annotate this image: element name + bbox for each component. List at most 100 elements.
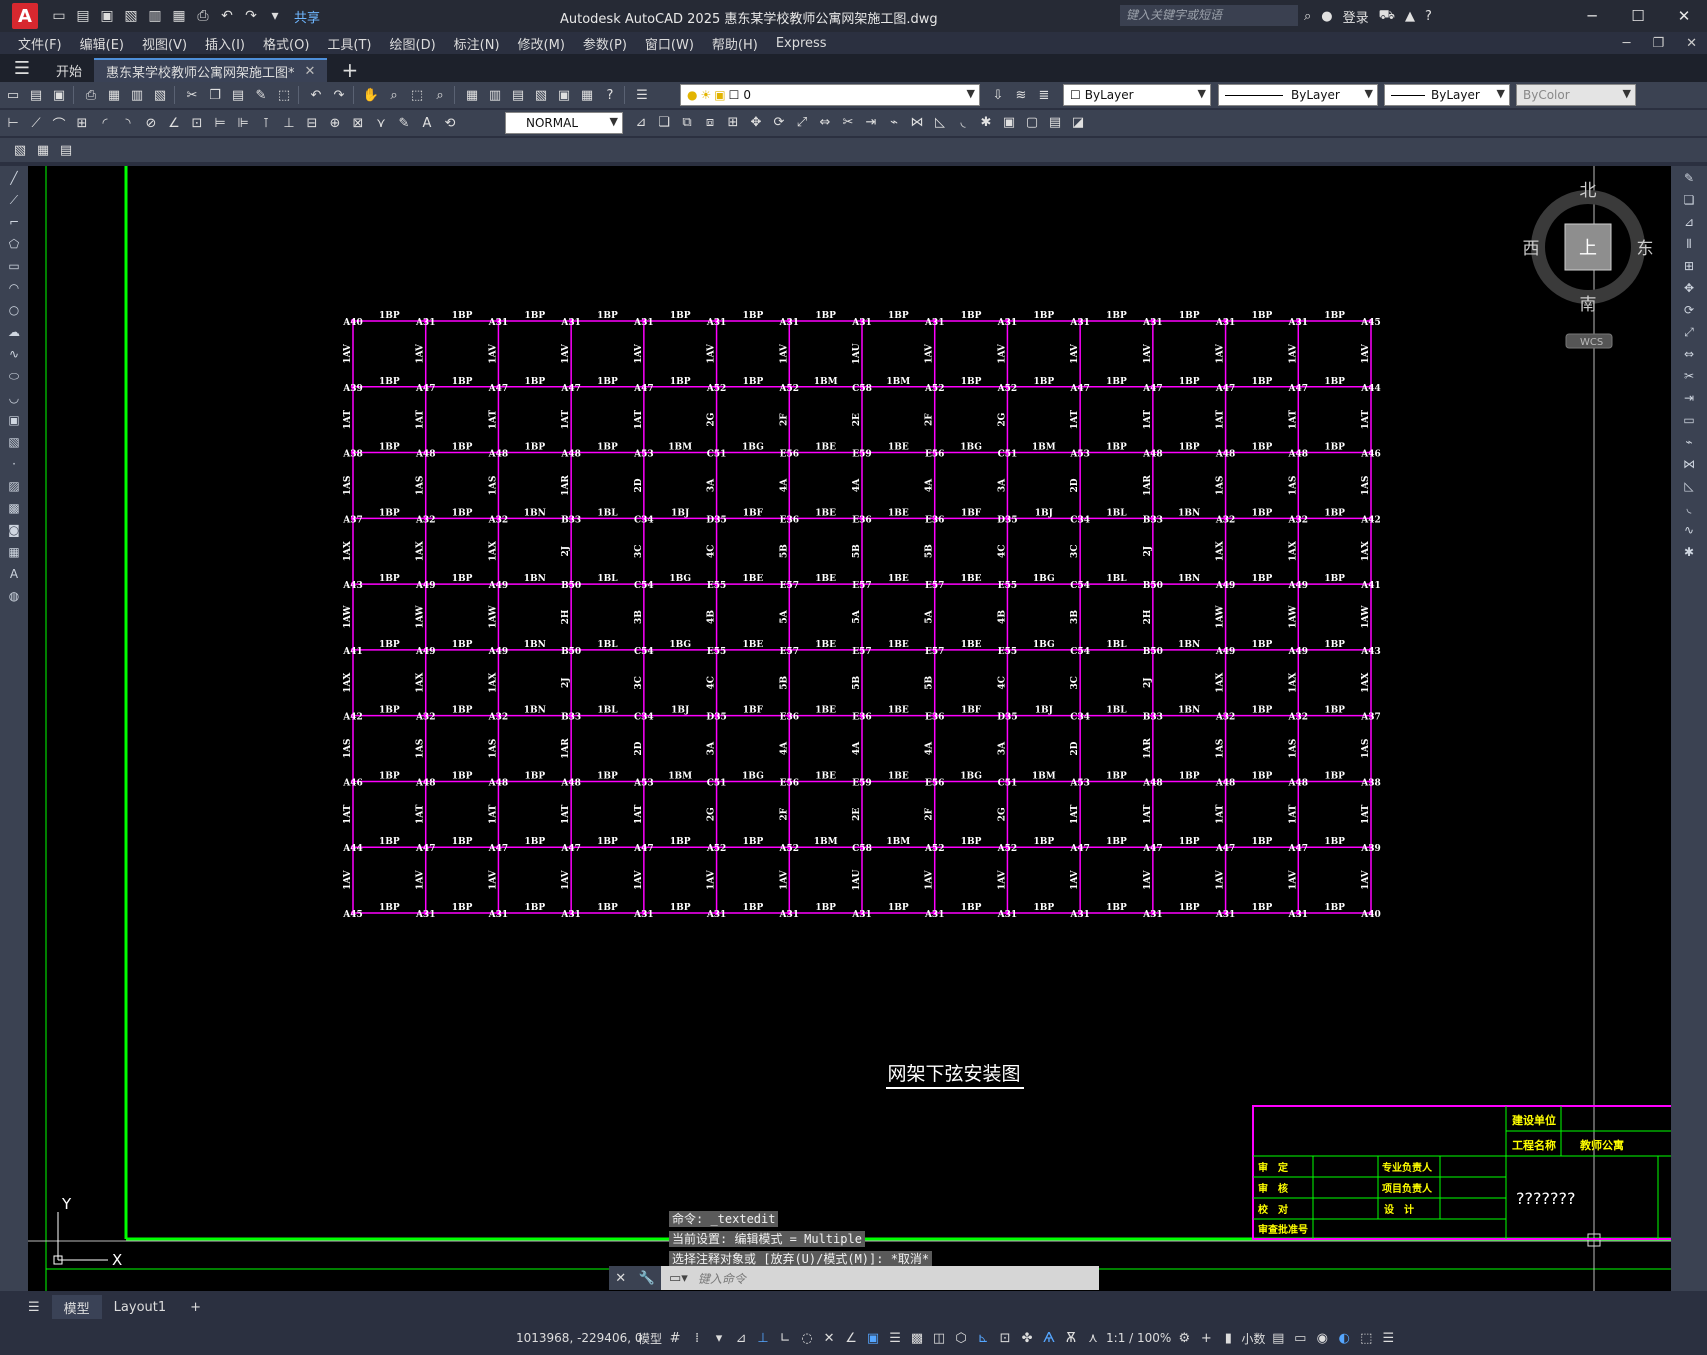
line-icon[interactable]: ╱ <box>5 170 23 186</box>
units-value[interactable]: 小数 <box>1241 1330 1265 1347</box>
doc-minimize-icon[interactable]: ─ <box>1623 36 1631 51</box>
tolerance-icon[interactable]: ⊟ <box>302 113 322 133</box>
export-icon[interactable]: ▦ <box>168 5 190 27</box>
sheet-set-icon[interactable]: ▧ <box>531 85 551 105</box>
jogged-icon[interactable]: ◝ <box>118 113 138 133</box>
mtext-icon[interactable]: A <box>5 566 23 582</box>
move-palette-icon[interactable]: ✥ <box>1680 280 1698 296</box>
add-layout-icon[interactable]: + <box>178 1295 213 1319</box>
menu-tools[interactable]: 工具(T) <box>327 34 371 53</box>
rotate-palette-icon[interactable]: ⟳ <box>1680 302 1698 318</box>
rotate-icon[interactable]: ⟳ <box>769 112 789 132</box>
isolate-objects-icon[interactable]: ◉ <box>1313 1329 1331 1347</box>
make-block-icon[interactable]: ▦ <box>33 140 53 160</box>
quick-dim-icon[interactable]: ⊡ <box>187 113 207 133</box>
block-editor-icon[interactable]: ⬚ <box>274 85 294 105</box>
break-point-icon[interactable]: ▭ <box>1680 412 1698 428</box>
fillet-palette-icon[interactable]: ◟ <box>1680 500 1698 516</box>
ordinate-icon[interactable]: ⊞ <box>72 113 92 133</box>
annotation-visibility-icon[interactable]: Ѧ <box>1040 1329 1058 1347</box>
angular-icon[interactable]: ∠ <box>164 113 184 133</box>
coordinates-readout[interactable]: 1013968, -229406, 0 <box>516 1331 642 1345</box>
annotation-monitor-icon[interactable]: + <box>1197 1329 1215 1347</box>
tab-close-icon[interactable]: ✕ <box>305 64 316 79</box>
menu-insert[interactable]: 插入(I) <box>205 34 245 53</box>
dim-space-icon[interactable]: ⊺ <box>256 113 276 133</box>
publish-toolbar-icon[interactable]: ▥ <box>127 85 147 105</box>
paste-icon[interactable]: ▤ <box>228 85 248 105</box>
menu-modify[interactable]: 修改(M) <box>518 34 565 53</box>
osnap-icon[interactable]: ∠ <box>842 1329 860 1347</box>
move-icon[interactable]: ✥ <box>746 112 766 132</box>
layer-tools-icon[interactable]: ▤ <box>56 140 76 160</box>
viewcube[interactable]: 上 北 南 西 东 WCS <box>1523 181 1654 349</box>
region-icon[interactable]: ◙ <box>5 522 23 538</box>
transparency-icon[interactable]: ▩ <box>908 1329 926 1347</box>
stretch-icon[interactable]: ⇔ <box>815 112 835 132</box>
learn-icon[interactable]: ▲ <box>1405 9 1415 24</box>
login-button[interactable]: 登录 <box>1343 7 1369 26</box>
dim-edit-icon[interactable]: ✎ <box>394 113 414 133</box>
save-toolbar-icon[interactable]: ▣ <box>49 85 69 105</box>
menu-edit[interactable]: 编辑(E) <box>80 34 124 53</box>
markup-icon[interactable]: ▣ <box>554 85 574 105</box>
selection-filter-icon[interactable]: ⊡ <box>996 1329 1014 1347</box>
insert-block-icon[interactable]: ▧ <box>10 140 30 160</box>
offset-palette-icon[interactable]: ⫴ <box>1680 236 1698 252</box>
add-selected-icon[interactable]: ◍ <box>5 588 23 604</box>
layout-menu-icon[interactable]: ☰ <box>16 1295 52 1319</box>
circle-icon[interactable]: ○ <box>5 302 23 318</box>
dim-text-edit-icon[interactable]: A <box>417 113 437 133</box>
qnew-icon[interactable]: ▭ <box>3 85 23 105</box>
viewcube-east[interactable]: 东 <box>1637 239 1654 259</box>
open-file-icon[interactable]: ▤ <box>72 5 94 27</box>
preview-icon[interactable]: ▦ <box>104 85 124 105</box>
erase-icon[interactable]: ✎ <box>1680 170 1698 186</box>
lock-ui-icon[interactable]: ▭ <box>1291 1329 1309 1347</box>
tab-drawing[interactable]: 惠东某学校教师公寓网架施工图* ✕ <box>94 58 328 82</box>
linetype-dropdown[interactable]: ByLayer ▼ <box>1218 84 1378 106</box>
zoom-previous-icon[interactable]: ⌕ <box>430 85 450 105</box>
undo-toolbar-icon[interactable]: ↶ <box>306 85 326 105</box>
zoom-window-icon[interactable]: ⬚ <box>407 85 427 105</box>
baseline-icon[interactable]: ⊨ <box>210 113 230 133</box>
point-icon[interactable]: · <box>5 456 23 472</box>
color-dropdown[interactable]: ☐ ByLayer ▼ <box>1063 84 1211 106</box>
join-icon[interactable]: ⋈ <box>907 112 927 132</box>
maximize-icon[interactable]: ☐ <box>1615 0 1661 32</box>
snap-icon[interactable]: ⁞ <box>688 1329 706 1347</box>
layer-previous-icon[interactable]: ≋ <box>1011 85 1031 105</box>
inspection-icon[interactable]: ⊠ <box>348 113 368 133</box>
save-as-icon[interactable]: ▧ <box>120 5 142 27</box>
mirror-palette-icon[interactable]: ⊿ <box>1680 214 1698 230</box>
make-current-icon[interactable]: ⇩ <box>988 85 1008 105</box>
blend-icon[interactable]: ∿ <box>1680 522 1698 538</box>
save-icon[interactable]: ▣ <box>96 5 118 27</box>
text-style-dropdown[interactable]: NORMAL ▼ <box>505 112 623 134</box>
workspace-icon[interactable]: ⚙ <box>1175 1329 1193 1347</box>
menu-express[interactable]: Express <box>776 36 827 51</box>
customize-dropdown-icon[interactable]: ▾ <box>264 5 286 27</box>
explode-palette-icon[interactable]: ✱ <box>1680 544 1698 560</box>
pan-icon[interactable]: ✋ <box>361 85 381 105</box>
draworder-icon[interactable]: ▤ <box>1045 112 1065 132</box>
offset-icon[interactable]: ⧈ <box>700 112 720 132</box>
plot-toolbar-icon[interactable]: ⎙ <box>81 85 101 105</box>
array-palette-icon[interactable]: ⊞ <box>1680 258 1698 274</box>
array-icon[interactable]: ⊞ <box>723 112 743 132</box>
ortho-icon[interactable]: ⊥ <box>754 1329 772 1347</box>
gizmo-icon[interactable]: ✤ <box>1018 1329 1036 1347</box>
cart-icon[interactable]: ⛟ <box>1379 8 1395 25</box>
menu-view[interactable]: 视图(V) <box>142 34 187 53</box>
menu-file[interactable]: 文件(F) <box>18 34 62 53</box>
menu-window[interactable]: 窗口(W) <box>645 34 694 53</box>
quick-properties-icon[interactable]: ▤ <box>1269 1329 1287 1347</box>
dim-break-icon[interactable]: ⊥ <box>279 113 299 133</box>
tab-layout1[interactable]: Layout1 <box>102 1295 178 1319</box>
join-palette-icon[interactable]: ⋈ <box>1680 456 1698 472</box>
tab-menu-icon[interactable]: ☰ <box>0 54 44 82</box>
stretch-palette-icon[interactable]: ⇔ <box>1680 346 1698 362</box>
new-tab-icon[interactable]: + <box>341 58 358 82</box>
break-icon[interactable]: ⌁ <box>884 112 904 132</box>
command-prompt-icon[interactable]: ▭▾ <box>669 1271 688 1286</box>
